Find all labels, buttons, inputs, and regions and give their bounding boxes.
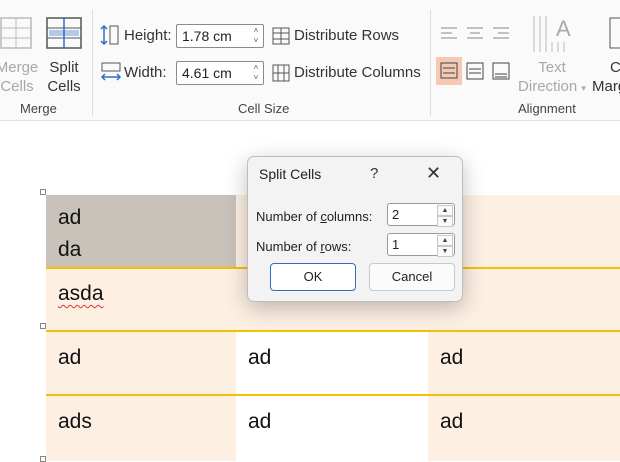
merge-cells-label-line1: Merge (0, 59, 39, 76)
split-cells-dialog: Split Cells ? ✕ Number of columns: 2 ▲ ▼ … (247, 156, 463, 302)
cell-margins-label-line1: C (610, 59, 620, 76)
resize-handle[interactable] (40, 456, 46, 462)
cell-text: ad (248, 410, 272, 433)
group-separator (430, 10, 431, 116)
table-cell[interactable]: ad da (46, 195, 236, 267)
width-label: Width: (124, 64, 167, 81)
split-cells-label-line1: Split (49, 59, 79, 76)
row-border (46, 394, 620, 396)
dialog-title: Split Cells (259, 166, 322, 182)
align-top-center-icon[interactable] (466, 26, 484, 45)
align-center-left-icon[interactable] (436, 57, 462, 90)
height-label: Height: (124, 27, 172, 44)
resize-handle[interactable] (40, 323, 46, 329)
distribute-rows-button[interactable]: Distribute Rows (294, 27, 399, 44)
width-input[interactable]: 4.61 cm ˄ ˅ (176, 61, 264, 85)
alignment-group-label: Alignment (518, 101, 576, 116)
svg-text:A: A (556, 16, 571, 41)
text-direction-label-line1: Text (538, 59, 566, 76)
height-spinner[interactable]: ˄ ˅ (251, 26, 261, 46)
align-top-right-icon[interactable] (492, 26, 510, 45)
align-center-right-icon[interactable] (492, 62, 510, 85)
split-cells-button[interactable]: Split Cells (40, 58, 88, 96)
height-value: 1.78 cm (182, 28, 232, 44)
merge-cells-button[interactable]: Merge Cells (0, 58, 42, 96)
split-cells-icon (46, 14, 82, 55)
resize-handle[interactable] (40, 189, 46, 195)
width-spinner[interactable]: ˄ ˅ (251, 63, 261, 83)
distribute-rows-icon (272, 27, 290, 50)
cell-text: asda (58, 282, 104, 305)
cell-text: da (58, 238, 82, 261)
cell-text: ad (248, 346, 272, 369)
help-button[interactable]: ? (370, 165, 378, 182)
table-cell[interactable]: ad (236, 396, 428, 461)
columns-label: Number of columns: (256, 209, 373, 224)
table-cell[interactable]: ads (46, 396, 236, 461)
cell-margins-button[interactable]: C Marg (592, 58, 620, 96)
row-border (46, 330, 620, 332)
rows-spinner[interactable]: ▲ ▼ (437, 235, 453, 257)
cell-text: ad (58, 206, 82, 229)
cell-text: ad (440, 346, 464, 369)
cancel-button[interactable]: Cancel (369, 263, 455, 291)
columns-spinner[interactable]: ▲ ▼ (437, 205, 453, 227)
group-separator (92, 10, 93, 116)
align-center-icon[interactable] (466, 62, 484, 85)
distribute-columns-icon (272, 64, 290, 87)
split-cells-label-line2: Cells (47, 78, 81, 95)
table-cell[interactable]: ad (428, 396, 620, 461)
align-top-left-icon[interactable] (440, 26, 458, 45)
text-direction-icon: A (530, 12, 574, 61)
cell-size-group-label: Cell Size (238, 101, 290, 116)
merge-group-label: Merge (20, 101, 57, 116)
table-cell[interactable]: ad (428, 332, 620, 394)
cell-text: ads (58, 410, 92, 433)
cell-margins-icon (608, 14, 620, 55)
width-icon (100, 62, 122, 87)
width-value: 4.61 cm (182, 65, 232, 81)
table-cell[interactable]: ad (236, 332, 428, 394)
ok-button[interactable]: OK (270, 263, 356, 291)
close-icon[interactable]: ✕ (426, 163, 441, 184)
cell-text: ad (58, 346, 82, 369)
merge-cells-label-line2: Cells (0, 78, 34, 95)
columns-input[interactable]: 2 ▲ ▼ (387, 203, 455, 227)
text-direction-label-line2: Direction ▾ (518, 78, 586, 95)
rows-label: Number of rows: (256, 239, 352, 254)
table-cell[interactable]: ad (46, 332, 236, 394)
height-icon (100, 24, 120, 51)
merge-cells-icon (0, 14, 32, 55)
table-cell[interactable]: asda (46, 268, 236, 330)
cell-margins-label-line2: Marg (592, 78, 620, 95)
ribbon: Merge Cells Split Cells Merge Height: 1.… (0, 0, 620, 121)
rows-value: 1 (392, 237, 400, 252)
distribute-columns-button[interactable]: Distribute Columns (294, 64, 421, 81)
height-input[interactable]: 1.78 cm ˄ ˅ (176, 24, 264, 48)
columns-value: 2 (392, 207, 400, 222)
rows-input[interactable]: 1 ▲ ▼ (387, 233, 455, 257)
text-direction-button[interactable]: Text Direction ▾ (512, 58, 592, 98)
cell-text: ad (440, 410, 464, 433)
